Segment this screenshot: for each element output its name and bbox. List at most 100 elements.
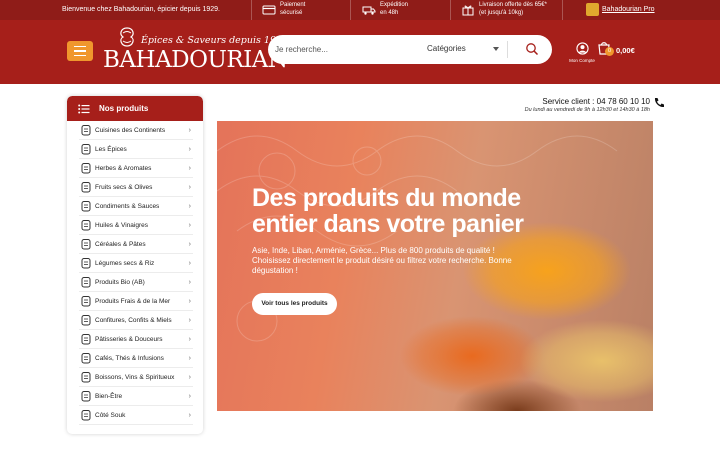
header: Épices & Saveurs depuis 1929 BAHADOURIAN… bbox=[0, 20, 720, 84]
sidebar-item-label: Les Épices bbox=[95, 145, 127, 153]
sidebar-item-label: Céréales & Pâtes bbox=[95, 240, 146, 248]
chevron-down-icon[interactable] bbox=[493, 47, 499, 51]
sidebar-item[interactable]: Confitures, Confits & Miels › bbox=[79, 311, 193, 330]
perk-line: (et jusqu'à 10kg) bbox=[479, 9, 524, 16]
list-icon bbox=[78, 104, 90, 113]
herbs-icon bbox=[81, 163, 91, 174]
chevron-right-icon: › bbox=[188, 146, 191, 153]
hero-banner: Des produits du monde entier dans votre … bbox=[217, 121, 653, 411]
wellness-icon bbox=[81, 391, 91, 402]
teapot-icon bbox=[81, 353, 91, 364]
sidebar-item[interactable]: Les Épices › bbox=[79, 140, 193, 159]
see-all-products-button[interactable]: Voir tous les produits bbox=[252, 293, 337, 315]
sidebar-item[interactable]: Produits Bio (AB) › bbox=[79, 273, 193, 292]
cereal-icon bbox=[81, 239, 91, 250]
divider bbox=[450, 0, 451, 20]
gift-icon bbox=[462, 5, 474, 15]
logo-emblem-icon bbox=[120, 27, 134, 47]
sidebar-item[interactable]: Fruits secs & Olives › bbox=[79, 178, 193, 197]
logo[interactable]: Épices & Saveurs depuis 1929 BAHADOURIAN bbox=[103, 24, 288, 80]
sidebar-item[interactable]: Huiles & Vinaigres › bbox=[79, 216, 193, 235]
globe-icon bbox=[81, 125, 91, 136]
sidebar-item-label: Bien-Être bbox=[95, 392, 123, 400]
cart-count-badge: 0 bbox=[605, 47, 614, 56]
search-bar: Catégories bbox=[268, 35, 552, 64]
sidebar-item[interactable]: Cuisines des Continents › bbox=[79, 121, 193, 140]
search-icon[interactable] bbox=[525, 42, 539, 56]
perk-line: Expédition bbox=[380, 2, 409, 8]
chevron-right-icon: › bbox=[188, 412, 191, 419]
chevron-right-icon: › bbox=[188, 355, 191, 362]
sidebar-item-label: Condiments & Sauces bbox=[95, 202, 160, 210]
user-icon bbox=[575, 42, 589, 55]
jar-icon bbox=[81, 201, 91, 212]
pro-link[interactable]: Bahadourian Pro bbox=[586, 3, 655, 16]
product-categories-sidebar: Nos produits Cuisines des Continents › Les… bbox=[67, 96, 203, 434]
cart-button[interactable]: 0 0,00€ bbox=[597, 41, 637, 59]
logo-brand: BAHADOURIAN bbox=[103, 47, 288, 73]
sidebar-item-label: Fruits secs & Olives bbox=[95, 183, 153, 191]
oil-bottle-icon bbox=[81, 220, 91, 231]
sidebar-item-label: Cafés, Thés & Infusions bbox=[95, 354, 164, 362]
sidebar-item[interactable]: Bien-Être › bbox=[79, 387, 193, 406]
category-select[interactable]: Catégories bbox=[427, 44, 466, 53]
sidebar-item[interactable]: Côté Souk › bbox=[79, 406, 193, 425]
hero-title: Des produits du monde entier dans votre … bbox=[252, 184, 524, 238]
divider bbox=[251, 0, 252, 20]
search-input[interactable] bbox=[275, 42, 415, 57]
account-button[interactable]: Mon Compte bbox=[569, 42, 595, 64]
sidebar-item-label: Boissons, Vins & Spiritueux bbox=[95, 373, 175, 381]
chevron-right-icon: › bbox=[188, 260, 191, 267]
category-list: Cuisines des Continents › Les Épices › Herbe… bbox=[67, 121, 203, 425]
honey-icon bbox=[81, 315, 91, 326]
sidebar-item[interactable]: Herbes & Aromates › bbox=[79, 159, 193, 178]
service-phone[interactable]: Service client : 04 78 60 10 10 bbox=[525, 97, 650, 106]
pro-link-label: Bahadourian Pro bbox=[602, 6, 655, 13]
welcome-message: Bienvenue chez Bahadourian, épicier depu… bbox=[62, 6, 221, 13]
chevron-right-icon: › bbox=[188, 279, 191, 286]
sidebar-item[interactable]: Légumes secs & Riz › bbox=[79, 254, 193, 273]
perk-line: Paiement bbox=[280, 2, 306, 8]
sidebar-item-label: Cuisines des Continents bbox=[95, 126, 166, 134]
organic-icon bbox=[81, 277, 91, 288]
cart-total: 0,00€ bbox=[616, 46, 635, 55]
card-icon bbox=[262, 5, 276, 14]
divider bbox=[350, 0, 351, 20]
sidebar-item[interactable]: Boissons, Vins & Spiritueux › bbox=[79, 368, 193, 387]
chevron-right-icon: › bbox=[188, 127, 191, 134]
account-label: Mon Compte bbox=[569, 58, 595, 63]
customer-service: Service client : 04 78 60 10 10 Du lundi… bbox=[524, 97, 664, 113]
chevron-right-icon: › bbox=[188, 222, 191, 229]
perk-line: en 48h bbox=[380, 9, 399, 16]
hamburger-menu-button[interactable] bbox=[67, 41, 93, 61]
logo-tagline: Épices & Saveurs depuis 1929 bbox=[141, 35, 289, 46]
sidebar-item-label: Produits Bio (AB) bbox=[95, 278, 145, 286]
perk-line: Livraison offerte dès 65€* bbox=[479, 2, 547, 8]
sidebar-item[interactable]: Produits Frais & de la Mer › bbox=[79, 292, 193, 311]
chevron-right-icon: › bbox=[188, 298, 191, 305]
service-hours: Du lundi au vendredi de 9h à 12h30 et 14… bbox=[524, 107, 650, 113]
divider bbox=[507, 41, 508, 58]
sidebar-item[interactable]: Cafés, Thés & Infusions › bbox=[79, 349, 193, 368]
sidebar-title: Nos produits bbox=[99, 104, 149, 113]
sidebar-header: Nos produits bbox=[67, 96, 203, 121]
sidebar-item[interactable]: Pâtisseries & Douceurs › bbox=[79, 330, 193, 349]
sidebar-item-label: Pâtisseries & Douceurs bbox=[95, 335, 163, 343]
sidebar-item-label: Confitures, Confits & Miels bbox=[95, 316, 172, 324]
perk-secure-payment: Paiement sécurisé bbox=[262, 2, 305, 17]
sidebar-item[interactable]: Céréales & Pâtes › bbox=[79, 235, 193, 254]
pastry-icon bbox=[81, 334, 91, 345]
chevron-right-icon: › bbox=[188, 203, 191, 210]
spices-icon bbox=[81, 144, 91, 155]
sidebar-item[interactable]: Condiments & Sauces › bbox=[79, 197, 193, 216]
perk-line: sécurisé bbox=[280, 9, 303, 16]
fish-icon bbox=[81, 296, 91, 307]
chevron-right-icon: › bbox=[188, 165, 191, 172]
sidebar-item-label: Produits Frais & de la Mer bbox=[95, 297, 171, 305]
chevron-right-icon: › bbox=[188, 393, 191, 400]
tajine-icon bbox=[81, 410, 91, 421]
chevron-right-icon: › bbox=[188, 336, 191, 343]
chevron-right-icon: › bbox=[188, 317, 191, 324]
sidebar-item-label: Légumes secs & Riz bbox=[95, 259, 155, 267]
hero-subtitle: Asie, Inde, Liban, Arménie, Grèce... Plu… bbox=[252, 246, 512, 275]
